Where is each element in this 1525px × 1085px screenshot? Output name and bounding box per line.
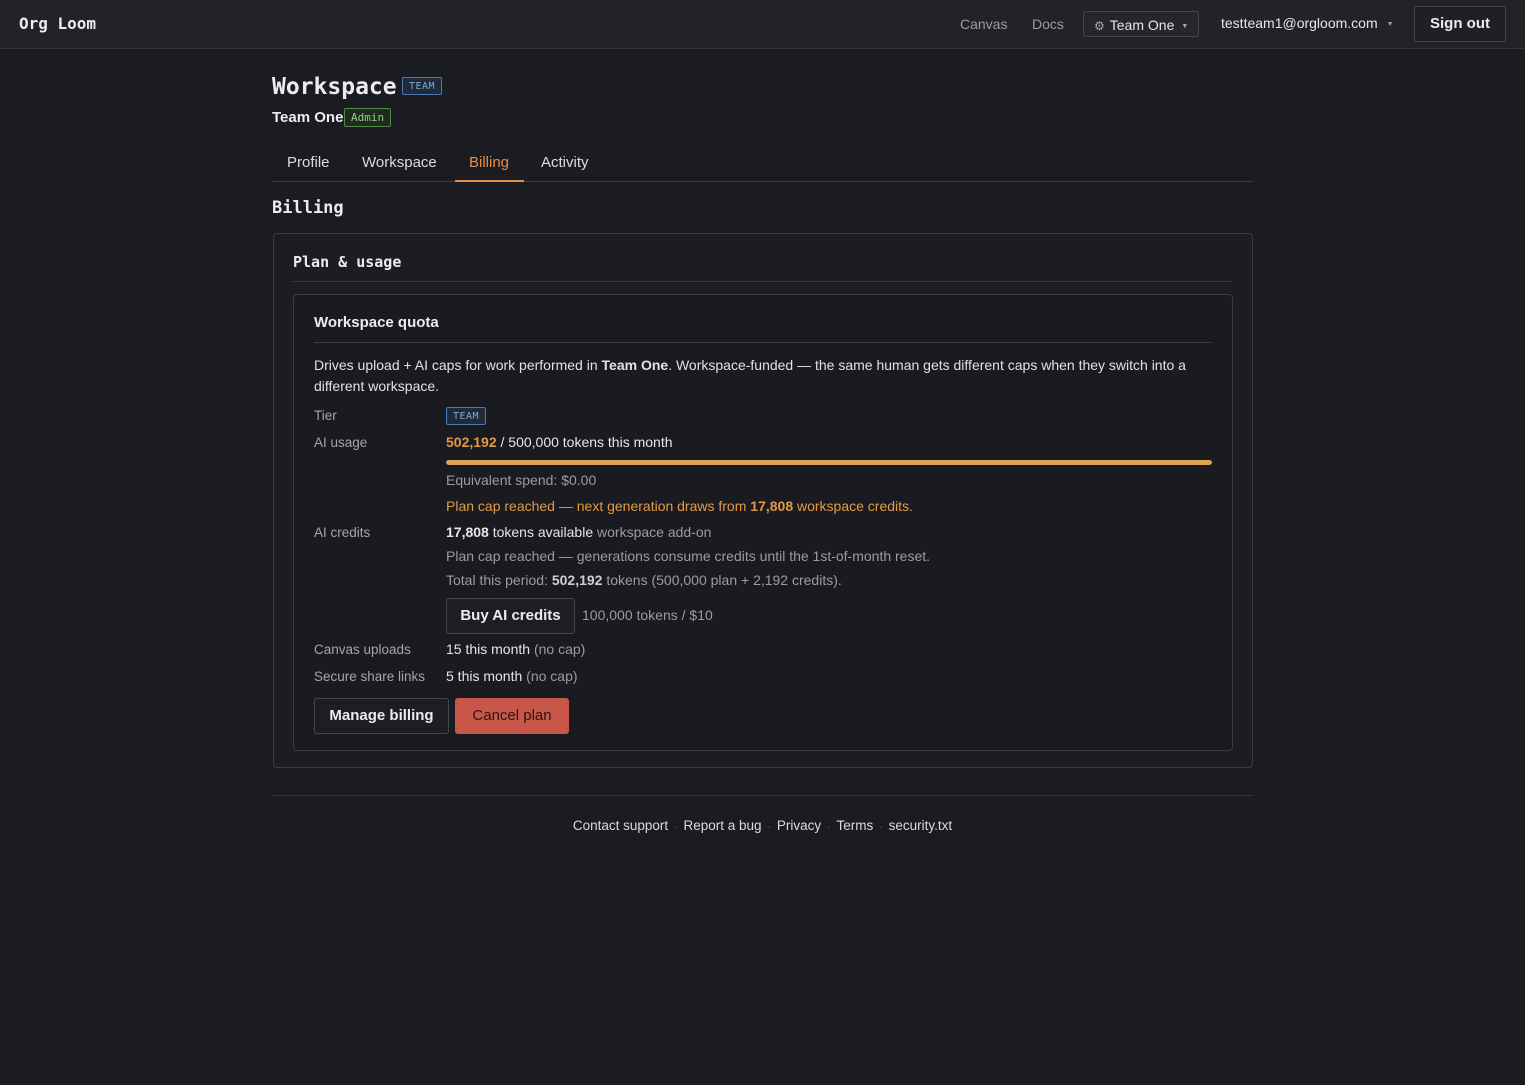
addon-note: workspace add-on: [593, 524, 712, 540]
role-badge: Admin: [344, 108, 392, 127]
ai-usage-label: AI usage: [314, 435, 368, 450]
ai-credits-label: AI credits: [314, 525, 371, 540]
footer-divider: [273, 795, 1253, 796]
manage-billing-button[interactable]: Manage billing: [314, 698, 449, 734]
active-tab-indicator: [455, 180, 524, 182]
footer-link-security-txt[interactable]: security.txt: [889, 818, 953, 833]
team-name-inline: Team One: [601, 357, 669, 373]
tab-profile[interactable]: Profile: [287, 154, 330, 171]
separator-dot: ·: [674, 822, 678, 833]
footer-links: Contact support · Report a bug · Privacy · Ter…: [0, 818, 1525, 833]
tab-billing[interactable]: Billing: [469, 154, 509, 171]
team-name: Team One: [272, 109, 344, 126]
team-switcher[interactable]: ⚙ Team One ▼: [1083, 11, 1199, 37]
caret-down-icon: ▼: [1181, 23, 1189, 30]
buy-ai-credits-button[interactable]: Buy AI credits: [446, 598, 575, 634]
ai-usage-progress-fill: [446, 460, 1212, 465]
page-title: Workspace: [272, 74, 397, 100]
team-switcher-label: Team One: [1109, 17, 1175, 33]
settings-tabs: Profile Workspace Billing Activity: [272, 144, 1253, 182]
user-email: testteam1@orgloom.com: [1221, 15, 1378, 31]
caret-down-icon: ▼: [1386, 21, 1394, 28]
share-links-label: Secure share links: [314, 669, 426, 684]
nav-canvas[interactable]: Canvas: [960, 16, 1007, 32]
separator-dot: ·: [879, 822, 883, 833]
credits-note: Plan cap reached — generations consume c…: [446, 548, 931, 564]
ai-usage-used: 502,192: [446, 434, 497, 450]
top-bar: Org Loom Canvas Docs ⚙ Team One ▼ testteam…: [0, 0, 1525, 49]
divider: [293, 281, 1233, 282]
ai-credits-value: 17,808 tokens available workspace add-on: [446, 524, 712, 540]
plan-tier-badge: TEAM: [402, 77, 443, 95]
sign-out-button[interactable]: Sign out: [1414, 6, 1506, 42]
user-menu[interactable]: testteam1@orgloom.com ▼: [1221, 15, 1394, 31]
tier-badge: TEAM: [446, 407, 487, 425]
credits-price: 100,000 tokens / $10: [582, 607, 713, 623]
card-title: Workspace quota: [314, 314, 439, 331]
total-period: Total this period: 502,192 tokens (500,0…: [446, 572, 842, 588]
gear-icon: ⚙: [1094, 19, 1105, 33]
footer-link-contact-support[interactable]: Contact support: [573, 818, 668, 833]
ai-usage-progress-bar: [446, 460, 1212, 465]
section-title: Billing: [272, 198, 344, 218]
equivalent-spend: Equivalent spend: $0.00: [446, 472, 597, 488]
footer-link-terms[interactable]: Terms: [837, 818, 874, 833]
canvas-uploads-label: Canvas uploads: [314, 642, 411, 657]
quota-description: Drives upload + AI caps for work perform…: [314, 357, 1186, 394]
tab-activity[interactable]: Activity: [541, 154, 589, 171]
tier-label: Tier: [314, 408, 337, 423]
divider: [314, 342, 1212, 343]
ai-usage-value: 502,192 / 500,000 tokens this month: [446, 434, 673, 450]
separator-dot: ·: [767, 822, 771, 833]
separator-dot: ·: [827, 822, 831, 833]
footer-link-report-bug[interactable]: Report a bug: [684, 818, 762, 833]
footer-link-privacy[interactable]: Privacy: [777, 818, 821, 833]
canvas-uploads-value: 15 this month (no cap): [446, 641, 586, 657]
share-links-value: 5 this month (no cap): [446, 668, 578, 684]
tab-workspace[interactable]: Workspace: [362, 154, 437, 171]
cancel-plan-button[interactable]: Cancel plan: [455, 698, 569, 734]
panel-title: Plan & usage: [293, 253, 402, 271]
nav-docs[interactable]: Docs: [1032, 16, 1064, 32]
brand-logo[interactable]: Org Loom: [19, 14, 96, 33]
workspace-quota-card: Workspace quota Drives upload + AI caps …: [293, 294, 1233, 751]
plan-usage-panel: Plan & usage Workspace quota Drives uplo…: [273, 233, 1253, 768]
cap-warning: Plan cap reached — next generation draws…: [446, 498, 913, 514]
